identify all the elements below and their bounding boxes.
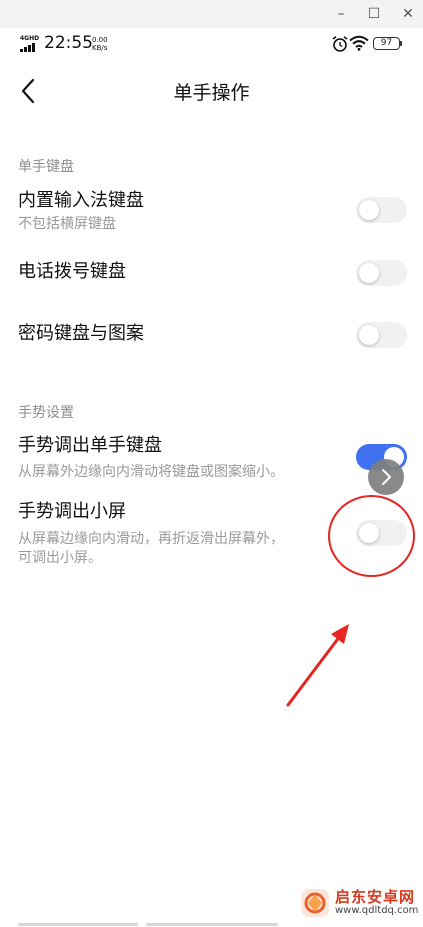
watermark: 启东安卓网 www.qdltdq.com [300, 886, 423, 924]
maximize-icon[interactable]: ☐ [364, 4, 384, 24]
toggle-dialer[interactable] [356, 260, 407, 286]
floating-next-button[interactable] [368, 459, 404, 495]
status-time: 22:55 [44, 33, 93, 53]
chevron-right-icon [382, 469, 391, 485]
setting-title: 手势调出单手键盘 [18, 435, 162, 456]
setting-subtitle: 从屏幕外边缘向内滑动将键盘或图案缩小。 [18, 464, 284, 480]
network-speed-unit: KB/s [92, 44, 108, 52]
section-header-keyboard: 单手键盘 [18, 159, 74, 175]
annotation-arrow [286, 624, 349, 707]
network-speed: 0.00 KB/s [92, 36, 108, 52]
minimize-icon[interactable]: – [331, 4, 351, 24]
page-title: 单手操作 [173, 82, 250, 104]
toggle-knob [359, 200, 379, 220]
bottom-nav-bar-center [146, 923, 278, 926]
toggle-password[interactable] [356, 322, 407, 348]
section-header-gesture: 手势设置 [18, 405, 74, 421]
battery-tip [400, 41, 402, 46]
wifi-icon [349, 35, 369, 51]
setting-subtitle: 可调出小屏。 [18, 550, 102, 566]
setting-subtitle: 从屏幕边缘向内滑动，再折返滑出屏幕外， [18, 531, 284, 547]
toggle-knob [359, 263, 379, 283]
signal-icon [20, 42, 40, 52]
annotation-circle [328, 495, 415, 577]
status-bar: 4GHD 22:55 0.00 KB/s 97 [0, 28, 423, 62]
watermark-url: www.qdltdq.com [335, 905, 419, 916]
watermark-logo-icon [301, 889, 329, 917]
network-speed-value: 0.00 [92, 36, 108, 44]
watermark-name: 启东安卓网 [335, 888, 416, 906]
setting-title: 手势调出小屏 [18, 501, 126, 522]
alarm-icon [332, 36, 348, 52]
bottom-nav-bar-left [18, 923, 138, 926]
window-title-bar: – ☐ ✕ [0, 0, 423, 28]
setting-title: 密码键盘与图案 [18, 323, 144, 344]
setting-title: 电话拨号键盘 [18, 261, 126, 282]
setting-title: 内置输入法键盘 [18, 190, 144, 211]
toggle-builtin-ime[interactable] [356, 197, 407, 223]
toggle-knob [359, 325, 379, 345]
setting-subtitle: 不包括横屏键盘 [18, 216, 116, 232]
close-icon[interactable]: ✕ [398, 4, 418, 24]
battery-icon: 97 [373, 37, 400, 50]
